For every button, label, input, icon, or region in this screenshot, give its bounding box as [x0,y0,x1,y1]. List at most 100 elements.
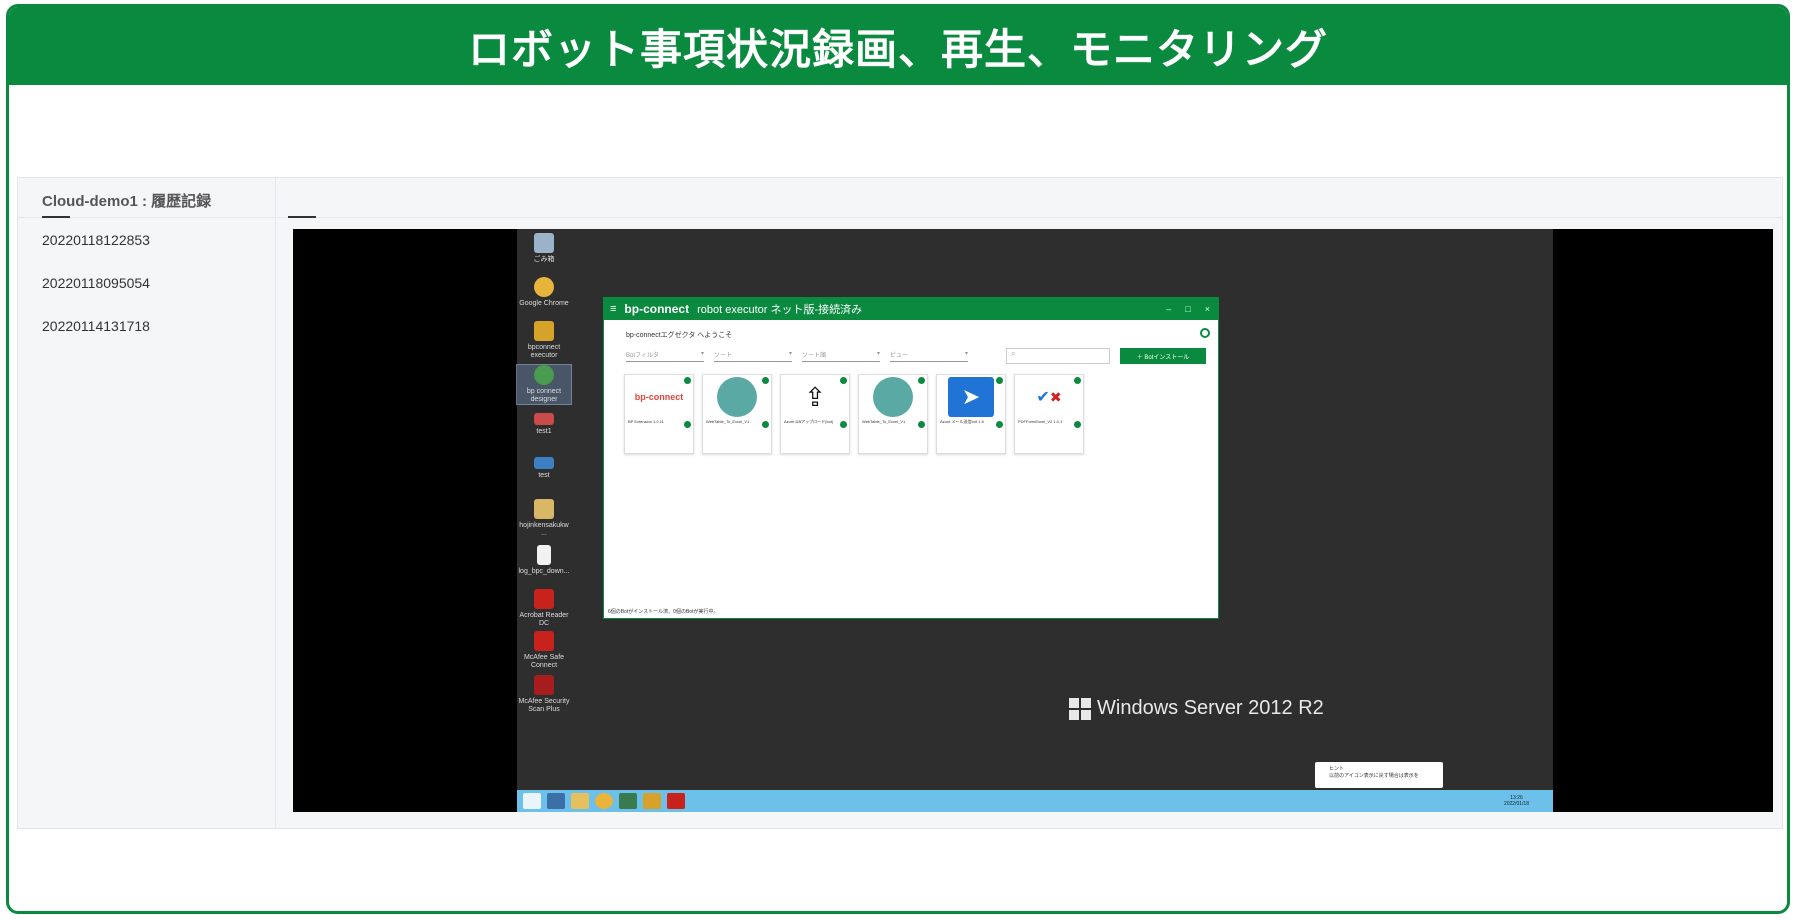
file-explorer-icon[interactable] [571,793,589,809]
bp-bubble-icon [703,375,771,419]
filter-sort-order[interactable]: ソート順 ▾ [802,350,880,362]
bp-designer-icon [534,365,554,385]
robot-executor-window: ≡ bp-connect robot executor ネット版-接続済み – … [603,297,1219,619]
acrobat-icon [534,589,554,609]
tip-toast[interactable]: ヒント 以前のアイコン表示に戻す場合は表示を [1315,762,1443,788]
bot-card[interactable]: WebTable_To_Excel_V1 [702,374,772,454]
clock-date: 2022/01/18 [1503,801,1529,807]
desktop-icon-recycle-bin[interactable]: ごみ箱 [517,233,571,264]
send-icon: ➤ [937,375,1005,419]
desktop-icon-label: McAfee Safe Connect [523,654,565,669]
run-icon[interactable] [1074,421,1081,428]
run-icon[interactable] [840,421,847,428]
status-dot-icon [840,377,847,384]
mcafee-scan-icon [534,675,554,695]
recording-player[interactable]: ごみ箱 Google Chrome bpconnect executor bp … [293,229,1773,812]
search-icon: ⌕ [1011,349,1016,358]
chrome-icon[interactable] [595,793,613,809]
desktop-icon-bp-executor[interactable]: bpconnect executor [517,321,571,360]
desktop-icon-label: hojinkensakukw ... [519,522,569,537]
folder-blue-icon [534,457,554,469]
server-manager-icon[interactable] [547,793,565,809]
acrobat-icon[interactable] [667,793,685,809]
status-dot-icon [918,377,925,384]
bot-card[interactable]: ✔ ✖ PDFFormExcel_V2 1.0.1 [1014,374,1084,454]
record-sidebar: Cloud-demo1 : 履歴記録 20220118122853 202201… [18,178,276,828]
run-icon[interactable] [918,421,925,428]
desktop-icon-bp-designer[interactable]: bp connect designer [516,364,572,405]
toast-text: 以前のアイコン表示に戻す場合は表示を [1329,773,1419,779]
desktop-icon-label: bpconnect executor [527,344,561,359]
sidebar-title: Cloud-demo1 : 履歴記録 [18,178,275,218]
bot-card[interactable]: WebTable_To_Excel_V1 [858,374,928,454]
search-input[interactable]: ⌕ [1006,348,1110,364]
page-banner: ロボット事項状況録画、再生、モニタリング [9,7,1787,85]
filter-bot[interactable]: Botフィルタ ▾ [626,350,704,362]
desktop-icon-acrobat[interactable]: Acrobat Reader DC [517,589,571,628]
desktop-icon-label: bp connect designer [526,388,562,403]
bot-card[interactable]: ⇪ Azure DBアップロード(bot) [780,374,850,454]
app-brand: bp-connect [624,302,690,316]
hamburger-menu-icon[interactable]: ≡ [610,303,616,315]
bp-designer-icon[interactable] [619,793,637,809]
bot-card[interactable]: bp-connect BP Extension 1.0.11 [624,374,694,454]
mcafee-connect-icon [534,631,554,651]
close-icon[interactable]: × [1205,304,1210,314]
bp-bubble-icon [859,375,927,419]
desktop-icon-label: Google Chrome [519,300,569,307]
os-label: Windows Server 2012 R2 [1097,697,1324,719]
upload-icon: ⇪ [804,381,826,412]
bp-executor-icon[interactable] [643,793,661,809]
app-titlebar: ≡ bp-connect robot executor ネット版-接続済み – … [604,298,1218,320]
run-icon[interactable] [684,421,691,428]
recycle-bin-icon [534,233,554,253]
player-tab-bar [277,178,1782,218]
desktop-icon-label: log_bpc_down... [518,568,570,575]
status-dot-icon [996,377,1003,384]
filter-bar: Botフィルタ ▾ ソート ▾ ソート順 ▾ ビュー ▾ [626,350,968,362]
desktop-icon-mcafee-connect[interactable]: McAfee Safe Connect [517,631,571,670]
bot-card[interactable]: ➤ Azure メール送信bot 1.6 [936,374,1006,454]
record-item[interactable]: 20220118122853 [18,218,275,261]
minimize-icon[interactable]: – [1166,304,1171,314]
desktop-icon-test1[interactable]: test1 [517,413,571,436]
toast-title: ヒント [1329,766,1345,772]
status-dot-icon [762,377,769,384]
maximize-icon[interactable]: □ [1185,304,1190,314]
desktop-icon-chrome[interactable]: Google Chrome [517,277,571,308]
main-frame: ロボット事項状況録画、再生、モニタリング Cloud-demo1 : 履歴記録 … [6,4,1790,914]
system-clock[interactable]: 13:26 2022/01/18 [1504,795,1553,807]
run-icon[interactable] [762,421,769,428]
desktop-icon-label: McAfee Security Scan Plus [518,698,570,713]
welcome-text: bp-connectエグゼクタ へようこそ [626,332,733,339]
history-panel: Cloud-demo1 : 履歴記録 20220118122853 202201… [17,177,1783,829]
os-branding: Windows Server 2012 R2 [1069,697,1324,720]
remote-desktop: ごみ箱 Google Chrome bpconnect executor bp … [516,229,1553,812]
desktop-icon-log[interactable]: log_bpc_down... [517,545,571,576]
record-item[interactable]: 20220118095054 [18,261,275,304]
filter-view[interactable]: ビュー ▾ [890,350,968,362]
folder-red-icon [534,413,554,425]
desktop-icon-test[interactable]: test [517,457,571,480]
bot-install-button[interactable]: ＋ Botインストール [1120,348,1206,364]
record-item[interactable]: 20220114131718 [18,304,275,347]
bp-connect-logo: bp-connect [634,392,684,402]
desktop-icon-label: test1 [536,428,552,435]
start-button-icon[interactable] [523,793,541,809]
gear-icon[interactable] [1200,328,1210,338]
windows-logo-icon [1069,697,1091,720]
checklist-icon: ✔ ✖ [1036,388,1062,407]
desktop-icon-mcafee-scan[interactable]: McAfee Security Scan Plus [517,675,571,714]
zip-folder-icon [534,499,554,519]
document-icon [537,545,551,565]
desktop-icon-label: test [538,472,550,479]
app-status-text: 6個のBotがインストール済、0個のBotが実行中。 [608,609,719,615]
filter-sort[interactable]: ソート ▾ [714,350,792,362]
chrome-icon [534,277,554,297]
status-dot-icon [684,377,691,384]
desktop-icon-label: Acrobat Reader DC [519,612,569,627]
desktop-icon-zip[interactable]: hojinkensakukw ... [517,499,571,538]
taskbar: 13:26 2022/01/18 [517,790,1553,812]
run-icon[interactable] [996,421,1003,428]
bot-card-list: bp-connect BP Extension 1.0.11 WebTable_… [624,374,1084,454]
